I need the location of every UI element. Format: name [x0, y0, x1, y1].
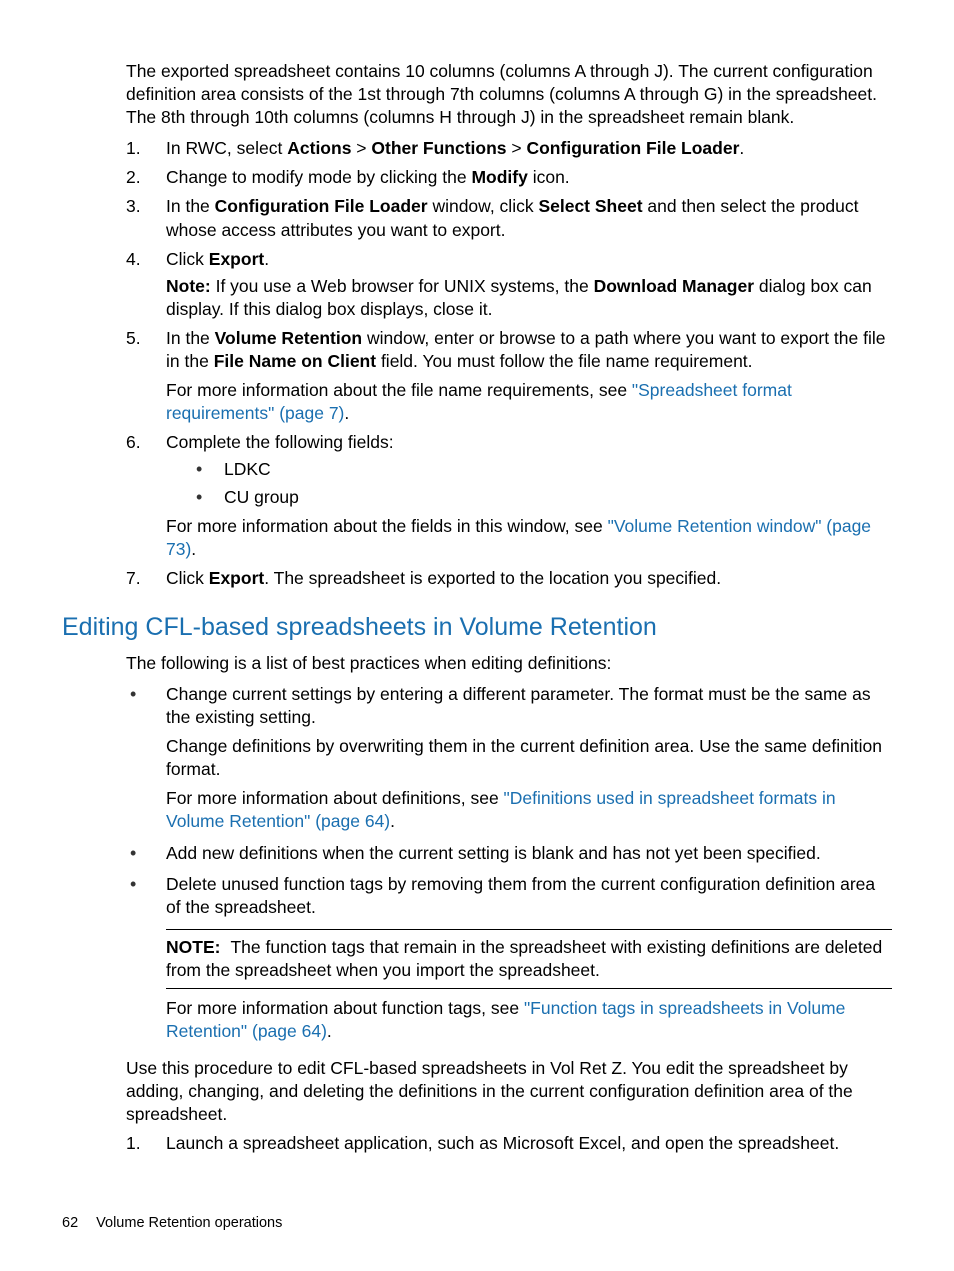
- text: In RWC, select: [166, 138, 287, 158]
- text: .: [327, 1021, 332, 1041]
- bold-other-functions: Other Functions: [371, 138, 506, 158]
- note-label: NOTE:: [166, 937, 220, 957]
- bullet-change-settings: Change current settings by entering a di…: [126, 683, 892, 834]
- text: Change current settings by entering a di…: [166, 683, 892, 729]
- bold-config-file-loader: Configuration File Loader: [526, 138, 739, 158]
- step-number: 5.: [126, 327, 166, 425]
- text: field. You must follow the file name req…: [376, 351, 752, 371]
- bold-export: Export: [209, 568, 264, 588]
- text: Launch a spreadsheet application, such a…: [166, 1132, 892, 1155]
- text: .: [344, 403, 349, 423]
- text: For more information about the file name…: [166, 380, 632, 400]
- step-1: 1. Launch a spreadsheet application, suc…: [126, 1132, 892, 1155]
- text: Change to modify mode by clicking the: [166, 167, 471, 187]
- step-1: 1. In RWC, select Actions > Other Functi…: [126, 137, 892, 160]
- text: In the: [166, 328, 215, 348]
- bold-file-name-on-client: File Name on Client: [214, 351, 376, 371]
- text: Add new definitions when the current set…: [166, 843, 821, 863]
- bullet-add-definitions: Add new definitions when the current set…: [126, 842, 892, 865]
- step-number: 6.: [126, 431, 166, 560]
- bold-actions: Actions: [287, 138, 351, 158]
- footer-title: Volume Retention operations: [96, 1215, 282, 1231]
- step-number: 4.: [126, 248, 166, 321]
- note-label: Note:: [166, 276, 211, 296]
- note-text: The function tags that remain in the spr…: [166, 937, 882, 980]
- bullet-ldkc: LDKC: [196, 458, 892, 481]
- bold-modify: Modify: [471, 167, 527, 187]
- text: .: [739, 138, 744, 158]
- list-intro: The following is a list of best practice…: [126, 652, 892, 675]
- text: If you use a Web browser for UNIX system…: [211, 276, 594, 296]
- sub-bullet-list: LDKC CU group: [196, 458, 892, 508]
- bold-volume-retention: Volume Retention: [215, 328, 362, 348]
- text: .: [191, 539, 196, 559]
- text: For more information about the fields in…: [166, 516, 608, 536]
- bold-download-manager: Download Manager: [594, 276, 754, 296]
- text: >: [351, 138, 371, 158]
- step-7: 7. Click Export. The spreadsheet is expo…: [126, 567, 892, 590]
- best-practices-list: Change current settings by entering a di…: [126, 683, 892, 1043]
- text: Change definitions by overwriting them i…: [166, 735, 892, 781]
- text: >: [507, 138, 527, 158]
- step-2: 2. Change to modify mode by clicking the…: [126, 166, 892, 189]
- text: Complete the following fields:: [166, 431, 892, 454]
- text: .: [264, 249, 269, 269]
- page-number: 62: [62, 1215, 78, 1231]
- bold-config-file-loader: Configuration File Loader: [215, 196, 428, 216]
- text: Click: [166, 568, 209, 588]
- step-3: 3. In the Configuration File Loader wind…: [126, 195, 892, 241]
- text: .: [390, 811, 395, 831]
- text: Click: [166, 249, 209, 269]
- note-box: NOTE:The function tags that remain in th…: [166, 929, 892, 989]
- text: window, click: [428, 196, 539, 216]
- bold-select-sheet: Select Sheet: [538, 196, 642, 216]
- step-number: 7.: [126, 567, 166, 590]
- step-number: 2.: [126, 166, 166, 189]
- section-heading: Editing CFL-based spreadsheets in Volume…: [62, 612, 892, 642]
- outro-paragraph: Use this procedure to edit CFL-based spr…: [126, 1057, 892, 1126]
- step-5: 5. In the Volume Retention window, enter…: [126, 327, 892, 425]
- text: For more information about function tags…: [166, 998, 524, 1018]
- step-number: 1.: [126, 1132, 166, 1155]
- procedure-list-2: 1. Launch a spreadsheet application, suc…: [126, 1132, 892, 1155]
- text: . The spreadsheet is exported to the loc…: [264, 568, 721, 588]
- step-number: 1.: [126, 137, 166, 160]
- procedure-list-1: 1. In RWC, select Actions > Other Functi…: [126, 137, 892, 590]
- step-4: 4. Click Export. Note: If you use a Web …: [126, 248, 892, 321]
- step-6: 6. Complete the following fields: LDKC C…: [126, 431, 892, 560]
- text: icon.: [528, 167, 570, 187]
- page-footer: 62 Volume Retention operations: [62, 1214, 282, 1233]
- intro-paragraph: The exported spreadsheet contains 10 col…: [126, 60, 892, 129]
- bullet-cu-group: CU group: [196, 486, 892, 509]
- step-number: 3.: [126, 195, 166, 241]
- bold-export: Export: [209, 249, 264, 269]
- text: In the: [166, 196, 215, 216]
- bullet-delete-tags: Delete unused function tags by removing …: [126, 873, 892, 1044]
- text: Delete unused function tags by removing …: [166, 873, 892, 919]
- text: For more information about definitions, …: [166, 788, 504, 808]
